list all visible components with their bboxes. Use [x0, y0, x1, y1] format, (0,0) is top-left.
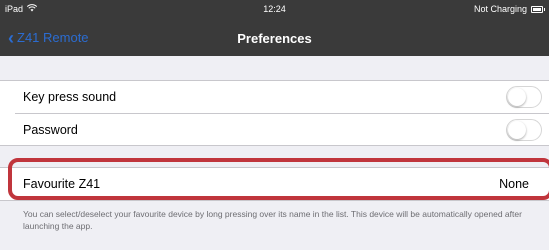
navigation-bar: ‹ Z41 Remote Preferences: [0, 20, 549, 56]
password-row: Password: [15, 113, 549, 145]
status-bar: iPad 12:24 Not Charging: [0, 0, 549, 20]
key-press-sound-label: Key press sound: [23, 90, 117, 104]
key-press-sound-toggle[interactable]: [506, 86, 542, 108]
favourite-footer-note: You can select/deselect your favourite d…: [23, 209, 522, 231]
settings-group: Key press sound Password: [0, 80, 549, 146]
password-toggle[interactable]: [506, 119, 542, 141]
battery-icon: [531, 5, 545, 13]
page-title: Preferences: [237, 31, 312, 46]
highlight-outline: [8, 158, 549, 200]
status-time: 12:24: [263, 4, 286, 14]
status-right: Not Charging: [473, 4, 545, 14]
key-press-sound-row: Key press sound: [0, 81, 549, 113]
charging-status: Not Charging: [473, 4, 527, 14]
password-label: Password: [23, 122, 78, 137]
